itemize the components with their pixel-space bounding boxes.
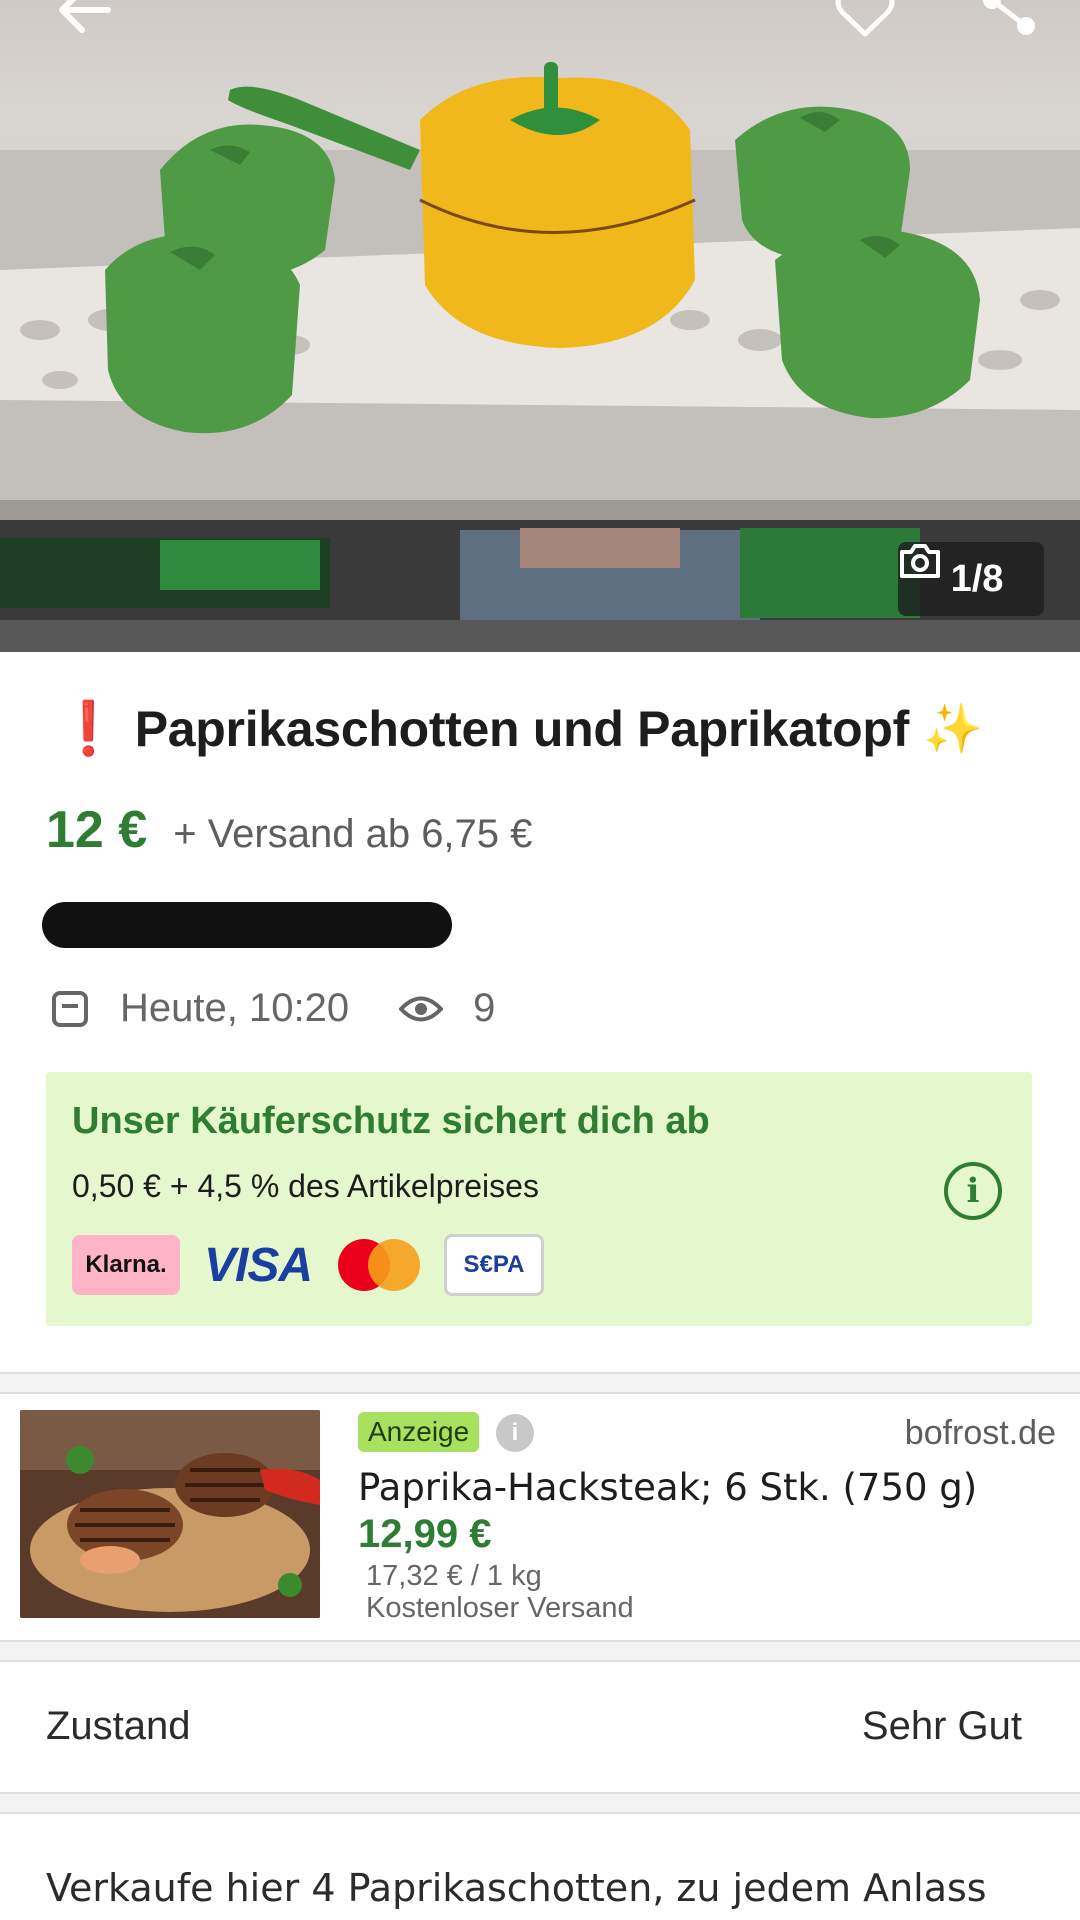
ad-title[interactable]: Paprika-Hacksteak; 6 Stk. (750 g) (358, 1466, 977, 1509)
condition-row: Zustand Sehr Gut (0, 1662, 1080, 1790)
photo-counter-text: 1/8 (950, 557, 1004, 600)
klarna-logo: Klarna. (72, 1235, 180, 1295)
ad-price: 12,99 € (358, 1512, 492, 1556)
visa-logo: VISA (204, 1238, 313, 1292)
exclamation-icon: ❗ (56, 700, 121, 758)
ad-info-icon[interactable]: i (496, 1414, 534, 1452)
section-divider (0, 1640, 1080, 1662)
info-icon[interactable]: i (944, 1162, 1002, 1220)
sepa-logo: S€PA (444, 1234, 544, 1296)
listing-meta: Heute, 10:20 9 (50, 986, 495, 1031)
ad-unit-price: 17,32 € / 1 kg (366, 1560, 542, 1592)
listing-photo[interactable]: 1/8 (0, 0, 1080, 652)
photo-counter[interactable]: 1/8 (898, 542, 1044, 616)
ad-image[interactable] (20, 1410, 320, 1618)
buyer-protection-box: Unser Käuferschutz sichert dich ab 0,50 … (46, 1072, 1032, 1326)
section-divider (0, 1792, 1080, 1814)
price-row: 12 € + Versand ab 6,75 € (46, 800, 532, 860)
buyer-protection-title: Unser Käuferschutz sichert dich ab (72, 1100, 710, 1142)
listing-price: 12 € (46, 801, 148, 859)
condition-value: Sehr Gut (861, 1703, 1022, 1748)
ad-domain[interactable]: bofrost.de (905, 1414, 1056, 1453)
sparkle-icon: ✨ (922, 701, 983, 757)
ad-shipping: Kostenloser Versand (366, 1592, 634, 1624)
mastercard-logo (338, 1239, 420, 1291)
eye-icon (399, 994, 444, 1024)
sponsored-ad[interactable]: Anzeige i bofrost.de Paprika-Hacksteak; … (0, 1394, 1080, 1630)
view-count: 9 (473, 986, 496, 1030)
condition-label: Zustand (46, 1703, 191, 1748)
buyer-protection-fee: 0,50 € + 4,5 % des Artikelpreises (72, 1168, 539, 1204)
shipping-cost: + Versand ab 6,75 € (173, 812, 533, 856)
listing-date: Heute, 10:20 (120, 986, 350, 1030)
listing-title: Paprikaschotten und Paprikatopf (134, 700, 909, 757)
payment-methods: Klarna. VISA S€PA (72, 1234, 544, 1296)
listing-title-row: ❗ Paprikaschotten und Paprikatopf ✨ (56, 698, 1050, 759)
calendar-icon (50, 989, 90, 1029)
ad-badge: Anzeige (358, 1412, 480, 1452)
section-divider (0, 1372, 1080, 1394)
redacted-seller-info (42, 902, 452, 948)
listing-description: Verkaufe hier 4 Paprikaschotten, zu jede… (46, 1866, 987, 1910)
